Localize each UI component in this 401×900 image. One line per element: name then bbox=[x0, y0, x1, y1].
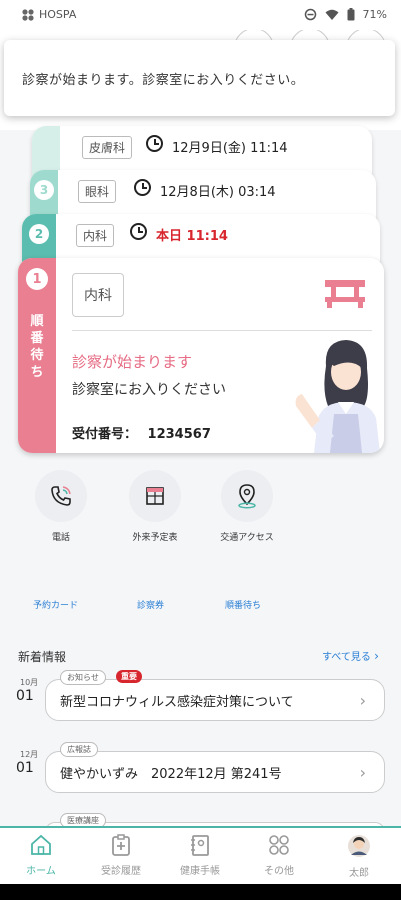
nurse-illustration bbox=[295, 340, 380, 453]
access-action[interactable]: 交通アクセス bbox=[212, 470, 282, 543]
status-bar: HOSPA 71% bbox=[0, 0, 401, 30]
grid-circles-icon bbox=[269, 835, 289, 855]
card-datetime: 12月8日(木) 03:14 bbox=[160, 185, 276, 200]
news-tag: 広報誌 bbox=[60, 742, 98, 757]
notification-banner[interactable]: 診察が始まります。診察室にお入りください。 bbox=[4, 40, 395, 116]
status-icons: 71% bbox=[304, 8, 387, 21]
nav-label: ホーム bbox=[26, 866, 56, 877]
card-number: 3 bbox=[34, 180, 54, 200]
card-datetime: 12月9日(金) 11:14 bbox=[172, 141, 288, 156]
news-month: 10月 bbox=[20, 678, 39, 687]
receipt-label: 受付番号： bbox=[72, 427, 138, 442]
chevron-right-icon: › bbox=[374, 649, 379, 663]
clock-icon bbox=[134, 179, 151, 196]
wifi-icon bbox=[325, 9, 339, 20]
see-all-link[interactable]: すべて見る › bbox=[322, 648, 379, 663]
active-queue-card[interactable]: 1 順番待ち 内科 診察が始まります 診察室にお入りください 受付番号： 123… bbox=[18, 258, 384, 453]
phone-label: 電話 bbox=[51, 533, 70, 543]
main-message: 診察が始まります bbox=[72, 353, 193, 371]
home-icon bbox=[31, 834, 51, 855]
news-text: 健やかいずみ 2022年12月 第241号 bbox=[60, 766, 282, 782]
news-title: 新着情報 bbox=[18, 650, 67, 664]
news-tag: お知らせ bbox=[60, 670, 106, 685]
nav-label: 受診履歴 bbox=[101, 866, 141, 877]
access-button[interactable] bbox=[221, 470, 273, 522]
receipt-number: 受付番号： 1234567 bbox=[72, 423, 211, 442]
tab-patient-card[interactable]: 診察券 bbox=[137, 598, 164, 611]
calendar-icon bbox=[146, 487, 164, 505]
status-app-name: HOSPA bbox=[39, 8, 77, 21]
news-day: 01 bbox=[16, 760, 34, 776]
news-date: 10月 01 bbox=[16, 677, 44, 704]
nav-home[interactable]: ホーム bbox=[8, 834, 74, 877]
nav-other[interactable]: その他 bbox=[246, 834, 312, 877]
important-badge: 重要 bbox=[116, 670, 142, 683]
news-day: 01 bbox=[16, 688, 34, 704]
see-all-label: すべて見る bbox=[322, 652, 371, 663]
news-date: 12月 01 bbox=[16, 749, 44, 776]
bed-icon bbox=[325, 280, 365, 308]
system-nav-bar bbox=[0, 884, 401, 900]
battery-icon bbox=[347, 8, 355, 21]
nav-label: その他 bbox=[264, 866, 294, 877]
nav-history[interactable]: 受診履歴 bbox=[88, 834, 154, 877]
phone-icon bbox=[51, 486, 71, 506]
nav-label: 太郎 bbox=[349, 868, 369, 879]
tab-reservation-card[interactable]: 予約カード bbox=[33, 598, 78, 611]
tab-queue[interactable]: 順番待ち bbox=[225, 598, 261, 611]
main-sub-message: 診察室にお入りください bbox=[72, 382, 226, 398]
chevron-right-icon: › bbox=[359, 763, 366, 782]
schedule-button[interactable] bbox=[129, 470, 181, 522]
news-month: 12月 bbox=[20, 750, 39, 759]
card-datetime: 本日 11:14 bbox=[156, 229, 228, 244]
bottom-nav: ホーム 受診履歴 健康手帳 その他 太郎 bbox=[0, 826, 401, 884]
queue-status: 順番待ち bbox=[30, 314, 44, 380]
battery-percent: 71% bbox=[362, 8, 387, 21]
card-number: 2 bbox=[29, 224, 49, 244]
clipboard-plus-icon bbox=[112, 834, 130, 856]
news-text: 新型コロナウィルス感染症対策について bbox=[60, 694, 294, 710]
phone-button[interactable] bbox=[35, 470, 87, 522]
access-label: 交通アクセス bbox=[220, 533, 274, 543]
notebook-icon bbox=[191, 835, 209, 856]
schedule-label: 外来予定表 bbox=[132, 533, 178, 543]
clock-icon bbox=[146, 135, 163, 152]
divider bbox=[72, 330, 372, 331]
nav-profile[interactable]: 太郎 bbox=[326, 834, 392, 879]
status-app: HOSPA bbox=[22, 8, 76, 21]
card-number: 1 bbox=[26, 268, 48, 290]
schedule-action[interactable]: 外来予定表 bbox=[120, 470, 190, 543]
card-department: 眼科 bbox=[78, 180, 117, 203]
nav-label: 健康手帳 bbox=[180, 866, 220, 877]
receipt-value: 1234567 bbox=[147, 427, 211, 442]
card-department: 皮膚科 bbox=[82, 136, 133, 159]
app-logo-icon bbox=[22, 8, 34, 21]
dnd-icon bbox=[304, 8, 316, 21]
chevron-right-icon: › bbox=[359, 691, 366, 710]
notification-text: 診察が始まります。診察室にお入りください。 bbox=[22, 72, 305, 88]
clock-icon bbox=[130, 223, 147, 240]
news-item[interactable]: 新型コロナウィルス感染症対策について › bbox=[45, 679, 385, 721]
card-department: 内科 bbox=[72, 273, 124, 317]
nav-health-notebook[interactable]: 健康手帳 bbox=[167, 834, 233, 877]
avatar bbox=[348, 835, 370, 857]
phone-action[interactable]: 電話 bbox=[26, 470, 96, 543]
news-item[interactable]: 健やかいずみ 2022年12月 第241号 › bbox=[45, 751, 385, 793]
card-department: 内科 bbox=[76, 224, 115, 247]
location-pin-icon bbox=[238, 484, 256, 509]
